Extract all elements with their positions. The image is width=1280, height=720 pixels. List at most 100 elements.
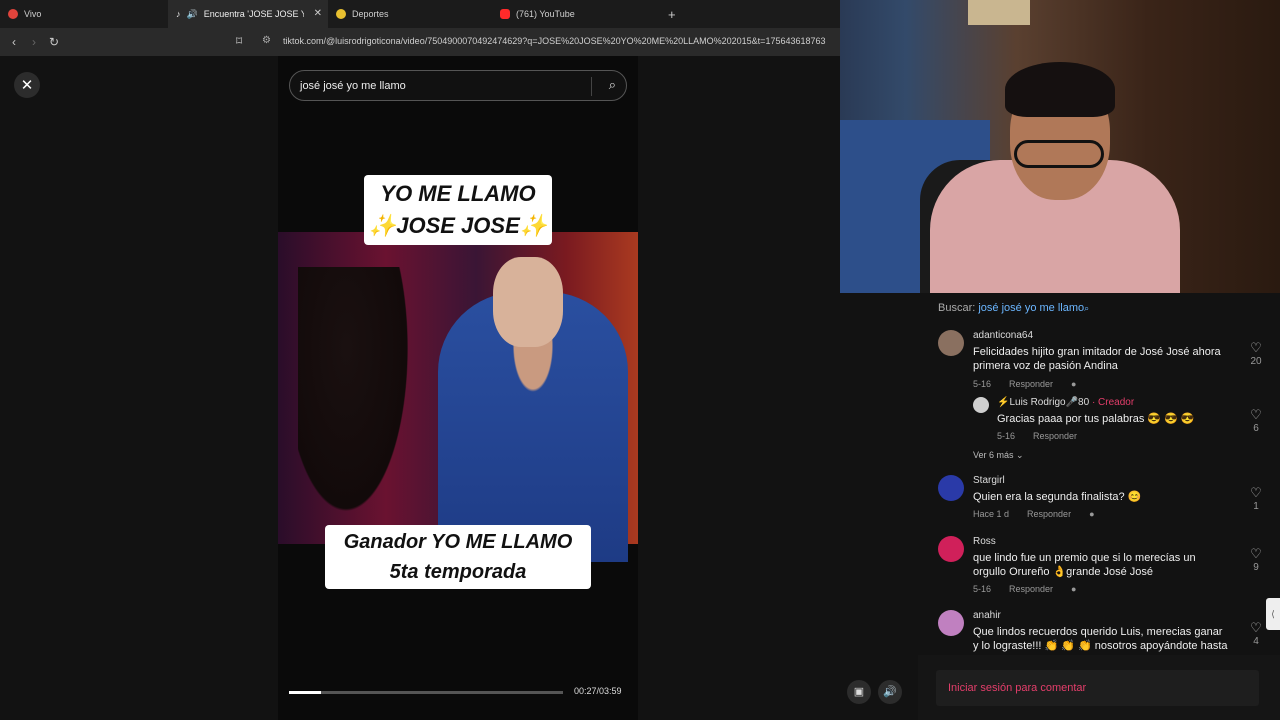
volume-icon[interactable]: 🔊: [878, 680, 902, 704]
avatar[interactable]: [938, 536, 964, 562]
more-replies-link[interactable]: Ver 6 más ⌄: [973, 450, 1024, 461]
comment-text: Que lindos recuerdos querido Luis, merec…: [973, 626, 1228, 652]
caption-top-line2: ✨JOSE JOSE✨: [368, 213, 548, 238]
buscar-query[interactable]: josé josé yo me llamo: [978, 302, 1084, 314]
caption-top: YO ME LLAMO ✨JOSE JOSE✨: [364, 175, 552, 245]
progress-fill: [289, 691, 322, 694]
side-tab-icon[interactable]: ⟨: [1266, 598, 1280, 630]
tab-label: Vivo: [24, 9, 42, 19]
comment-meta: 5-16 Responder: [997, 431, 1095, 441]
heart-icon: ♡: [1250, 620, 1262, 635]
tiktok-icon: ♪: [176, 9, 181, 19]
site-info-icon[interactable]: ⚙: [262, 35, 271, 46]
login-to-comment-button[interactable]: Iniciar sesión para comentar: [936, 670, 1259, 706]
comment-date: 5-16: [973, 379, 992, 389]
search-icon[interactable]: ⌕: [609, 77, 616, 93]
caption-bottom-line1: Ganador YO ME LLAMO: [343, 531, 573, 553]
like-count: 6: [1253, 423, 1259, 434]
glasses: [1014, 140, 1104, 168]
tab-tiktok[interactable]: ♪ 🔊 Encuentra 'JOSE JOSE YO ME ✕: [168, 0, 328, 28]
comment-reply: ⚡Luis Rodrigo🎤80 · Creador Gracias paaa …: [973, 397, 1268, 442]
search-suggestion[interactable]: Buscar: josé josé yo me llamo⌕: [938, 302, 1089, 314]
reply-link[interactable]: Responder: [1009, 584, 1053, 594]
heart-icon: ♡: [1250, 407, 1262, 422]
tab-label: (761) YouTube: [516, 9, 575, 19]
creator-avatar-icon: ●: [1089, 509, 1095, 519]
browser-tab-bar: Vivo ♪ 🔊 Encuentra 'JOSE JOSE YO ME ✕ De…: [0, 0, 840, 28]
youtube-icon: [500, 9, 510, 19]
comment-text: Felicidades hijito gran imitador de José…: [973, 346, 1221, 372]
reply-link[interactable]: Responder: [1027, 509, 1071, 519]
record-icon: [8, 9, 18, 19]
avatar[interactable]: [973, 397, 989, 413]
tab-label: Deportes: [352, 9, 389, 19]
like-button[interactable]: ♡ 4: [1246, 620, 1266, 647]
like-count: 4: [1253, 636, 1259, 647]
tiktok-viewer: ✕ josé josé yo me llamo ⌕ YO ME LLAMO ✨J…: [0, 56, 840, 720]
like-button[interactable]: ♡ 6: [1246, 407, 1266, 434]
like-button[interactable]: ♡ 20: [1246, 340, 1266, 367]
search-value: josé josé yo me llamo: [300, 79, 406, 92]
tab-vivo[interactable]: Vivo: [0, 0, 168, 28]
speaker-icon: 🔊: [186, 8, 198, 19]
man-face: [493, 257, 563, 347]
like-count: 1: [1253, 501, 1259, 512]
like-button[interactable]: ♡ 9: [1246, 546, 1266, 573]
wall-picture: [968, 0, 1030, 25]
person-hair: [1005, 62, 1115, 117]
comment: adanticona64 Felicidades hijito gran imi…: [938, 330, 1268, 390]
url-field[interactable]: tiktok.com/@luisrodrigoticona/video/7504…: [283, 36, 838, 46]
divider: [591, 77, 592, 96]
avatar[interactable]: [938, 475, 964, 501]
pip-icon[interactable]: ▣: [847, 680, 871, 704]
comment-date: Hace 1 d: [973, 509, 1010, 519]
comment: Stargirl Quien era la segunda finalista?…: [938, 475, 1268, 525]
caption-top-line1: YO ME LLAMO: [380, 181, 536, 206]
caption-bottom: Ganador YO ME LLAMO 5ta temporada: [325, 525, 591, 589]
avatar[interactable]: [938, 610, 964, 636]
heart-icon: ♡: [1250, 340, 1262, 355]
close-tab-icon[interactable]: ✕: [314, 8, 322, 19]
creator-avatar-icon: ●: [1071, 584, 1077, 594]
heart-icon: ♡: [1250, 546, 1262, 561]
video-player[interactable]: josé josé yo me llamo ⌕ YO ME LLAMO ✨JOS…: [278, 56, 638, 720]
caption-bottom-line2: 5ta temporada: [389, 561, 527, 583]
address-bar: ‹ › ↻ ⌑ ⚙ tiktok.com/@luisrodrigoticona/…: [0, 28, 840, 56]
back-icon[interactable]: ‹: [4, 35, 24, 49]
comment-user[interactable]: ⚡Luis Rodrigo🎤80 · Creador: [997, 397, 1134, 408]
close-icon[interactable]: ✕: [14, 72, 40, 98]
search-input[interactable]: josé josé yo me llamo ⌕: [289, 70, 627, 101]
bookmark-icon[interactable]: ⌑: [236, 34, 242, 48]
creator-avatar-icon: ●: [1071, 379, 1077, 389]
new-tab-button[interactable]: +: [668, 7, 676, 22]
like-button[interactable]: ♡ 1: [1246, 485, 1266, 512]
comment-user[interactable]: adanticona64: [973, 330, 1033, 341]
comment-user[interactable]: anahir: [973, 610, 1001, 621]
video-frame: [278, 232, 638, 562]
comment-user[interactable]: Stargirl: [973, 475, 1005, 486]
reply-link[interactable]: Responder: [1009, 379, 1053, 389]
gutter: [840, 293, 918, 720]
progress-bar[interactable]: [289, 691, 563, 694]
avatar[interactable]: [938, 330, 964, 356]
reply-link[interactable]: Responder: [1033, 431, 1077, 441]
comment-meta: 5-16 Responder ●: [973, 379, 1094, 389]
comment-text: Quien era la segunda finalista? 😊: [973, 491, 1142, 503]
tab-deportes[interactable]: Deportes: [328, 0, 492, 28]
deportes-icon: [336, 9, 346, 19]
tab-youtube[interactable]: (761) YouTube: [492, 0, 660, 28]
like-count: 9: [1253, 562, 1259, 573]
forward-icon[interactable]: ›: [24, 35, 44, 49]
comment-date: 5-16: [997, 431, 1016, 441]
comment-meta: 5-16 Responder ●: [973, 584, 1094, 594]
heart-icon: ♡: [1250, 485, 1262, 500]
comment-user[interactable]: Ross: [973, 536, 996, 547]
search-icon: ⌕: [1084, 303, 1090, 313]
comment-date: 5-16: [973, 584, 992, 594]
reload-icon[interactable]: ↻: [44, 35, 64, 49]
comment-meta: Hace 1 d Responder ●: [973, 509, 1113, 519]
comment: Ross que lindo fue un premio que si lo m…: [938, 536, 1268, 598]
comment-text: Gracias paaa por tus palabras 😎 😎 😎: [997, 413, 1195, 425]
video-time: 00:27/03:59: [574, 686, 622, 696]
like-count: 20: [1250, 356, 1262, 367]
